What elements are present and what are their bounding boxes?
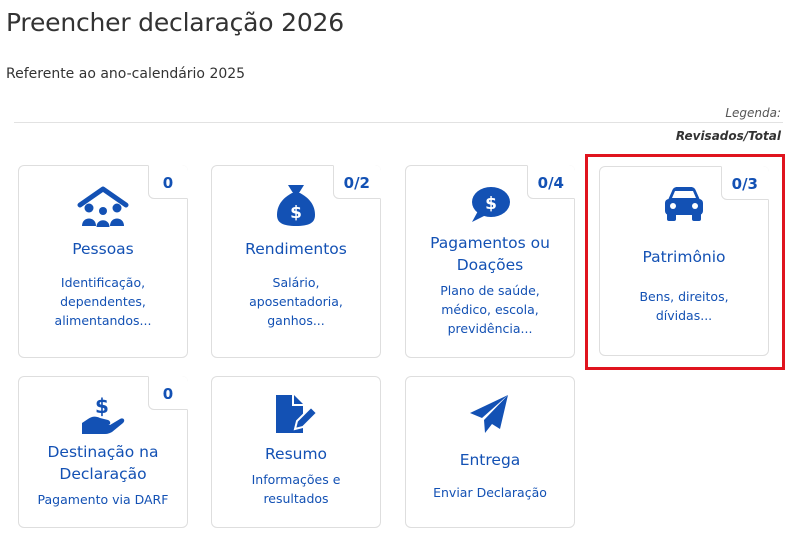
selection-highlight — [585, 154, 785, 370]
svg-text:$: $ — [290, 203, 302, 223]
card-description: Pagamento via DARF — [37, 492, 169, 507]
legend-value: Revisados/Total — [675, 129, 781, 143]
card-title: Rendimentos — [245, 240, 347, 258]
card-title: Resumo — [264, 445, 328, 463]
card-description: Identificação, dependentes, alimentandos… — [54, 275, 152, 328]
dollar-chat-bubble-icon: $ — [472, 187, 510, 222]
svg-text:$: $ — [95, 394, 109, 418]
legend-divider — [14, 122, 783, 123]
card-title: Pessoas — [72, 240, 134, 258]
page-title: Preencher declaração 2026 — [6, 8, 344, 37]
card-pessoas[interactable]: 0 Pessoas Identificação, dependentes, al… — [18, 165, 188, 358]
card-description: Plano de saúde, médico, escola, previdên… — [440, 283, 540, 336]
card-resumo[interactable]: Resumo Informações e resultados — [211, 376, 381, 528]
document-edit-icon — [276, 395, 319, 433]
card-description: Salário, aposentadoria, ganhos... — [249, 275, 343, 328]
status-badge: 0/4 — [526, 165, 575, 199]
status-badge: 0 — [148, 165, 188, 199]
card-description: Informações e resultados — [251, 472, 341, 506]
card-title: Entrega — [459, 451, 521, 469]
status-badge: 0/2 — [332, 165, 381, 199]
paper-plane-icon — [470, 395, 508, 433]
card-destinacao[interactable]: 0 $ Destinação na Declaração Pagamento v… — [18, 376, 188, 528]
card-description: Enviar Declaração — [433, 485, 547, 500]
page-subtitle: Referente ao ano-calendário 2025 — [6, 66, 246, 82]
svg-text:$: $ — [485, 194, 497, 214]
status-badge: 0 — [148, 376, 188, 410]
card-title: Destinação na Declaração — [47, 443, 159, 483]
card-rendimentos[interactable]: 0/2 $ Rendimentos Salário, aposentadoria… — [211, 165, 381, 358]
family-house-icon — [77, 186, 129, 227]
card-entrega[interactable]: Entrega Enviar Declaração — [405, 376, 575, 528]
money-bag-icon: $ — [277, 185, 315, 226]
card-title: Pagamentos ou Doações — [430, 234, 550, 274]
legend-label: Legenda: — [725, 106, 781, 120]
card-pagamentos-doacoes[interactable]: 0/4 $ Pagamentos ou Doações Plano de saú… — [405, 165, 575, 358]
hand-dollar-icon: $ — [82, 394, 125, 434]
